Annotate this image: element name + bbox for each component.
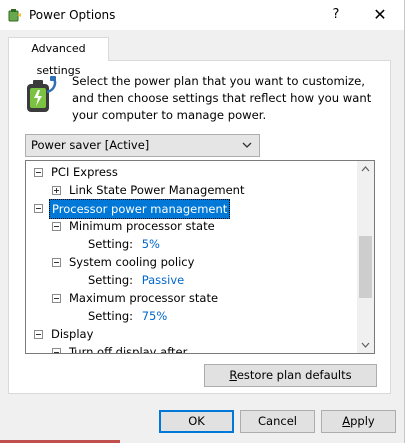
- collapse-icon[interactable]: [52, 258, 61, 267]
- tree-item-setting-maximum[interactable]: Setting: 75%: [88, 307, 167, 325]
- setting-label: Setting:: [88, 309, 134, 323]
- power-plan-select-value: Power saver [Active]: [31, 138, 150, 152]
- mnemonic-a: A: [342, 414, 351, 428]
- setting-value[interactable]: Passive: [142, 273, 185, 287]
- setting-label: Setting:: [88, 273, 134, 287]
- help-icon: ?: [332, 7, 340, 22]
- help-button[interactable]: ?: [318, 0, 354, 30]
- apply-button-label: pply: [350, 414, 375, 428]
- tree-item-label: Minimum processor state: [69, 219, 215, 233]
- tree-item-label: Turn off display after: [69, 345, 188, 354]
- apply-button[interactable]: Apply: [321, 410, 396, 433]
- collapse-icon[interactable]: [34, 168, 43, 177]
- mnemonic-r: R: [229, 368, 237, 382]
- tree-item-setting-cooling[interactable]: Setting: Passive: [88, 271, 184, 289]
- collapse-icon[interactable]: [52, 348, 61, 353]
- vertical-scrollbar[interactable]: [357, 161, 374, 353]
- ok-button[interactable]: OK: [159, 410, 234, 433]
- cancel-button[interactable]: Cancel: [240, 410, 315, 433]
- title-bar[interactable]: Power Options ? ✕: [0, 0, 405, 30]
- tree-item-label: Maximum processor state: [69, 291, 219, 305]
- settings-tree[interactable]: PCI Express Link State Power Management …: [25, 160, 375, 354]
- tree-item-label: PCI Express: [51, 165, 118, 179]
- tab-advanced-settings[interactable]: Advanced settings: [8, 37, 109, 77]
- setting-value[interactable]: 5%: [142, 237, 160, 251]
- restore-plan-defaults-button[interactable]: Restore plan defaults: [204, 364, 377, 387]
- close-button[interactable]: ✕: [362, 0, 398, 30]
- collapse-icon[interactable]: [34, 204, 43, 213]
- tree-item-label: Display: [51, 327, 94, 341]
- collapse-icon[interactable]: [34, 330, 43, 339]
- scrollbar-thumb[interactable]: [359, 236, 372, 298]
- restore-button-label: estore plan defaults: [236, 368, 352, 382]
- close-icon: ✕: [373, 5, 387, 24]
- collapse-icon[interactable]: [52, 222, 61, 231]
- expand-icon[interactable]: [52, 186, 61, 195]
- scroll-down-icon[interactable]: [357, 336, 374, 353]
- description-text: Select the power plan that you want to c…: [72, 74, 372, 122]
- power-plan-select[interactable]: Power saver [Active]: [25, 134, 260, 157]
- window-title: Power Options: [29, 8, 116, 22]
- tree-item-label: Processor power management: [49, 199, 231, 219]
- collapse-icon[interactable]: [52, 294, 61, 303]
- tree-item-label: System cooling policy: [69, 255, 195, 269]
- scroll-up-icon[interactable]: [357, 161, 374, 178]
- tree-item-setting-minimum[interactable]: Setting: 5%: [88, 235, 160, 253]
- setting-value[interactable]: 75%: [142, 309, 168, 323]
- power-options-icon: [8, 9, 21, 22]
- tree-item-label: Link State Power Management: [69, 183, 245, 197]
- power-options-window: Power Options ? ✕ Advanced settings Sele…: [0, 0, 405, 443]
- setting-label: Setting:: [88, 237, 134, 251]
- chevron-down-icon: [242, 142, 252, 148]
